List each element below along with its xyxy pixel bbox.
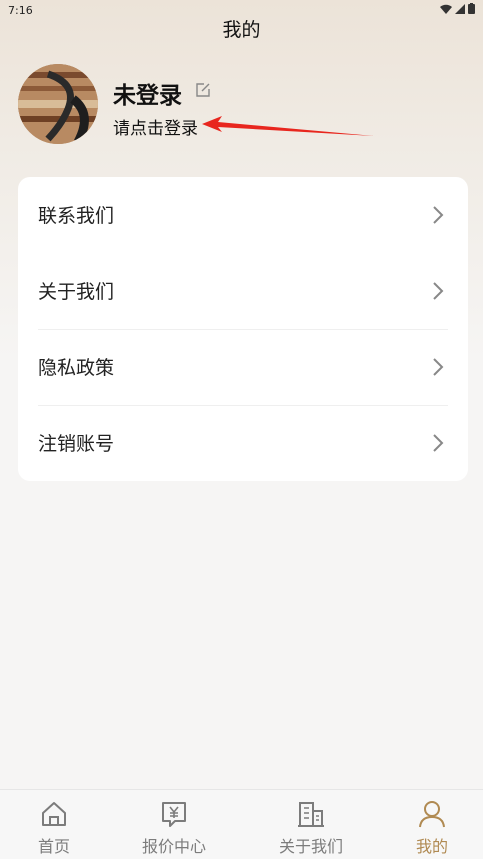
tab-mine[interactable]: 我的 <box>372 790 483 859</box>
menu-item-label: 关于我们 <box>38 281 115 303</box>
battery-icon <box>468 3 475 14</box>
menu-item-deactivate[interactable]: 注销账号 <box>38 405 448 481</box>
annotation-arrow <box>202 116 374 136</box>
menu-item-label: 联系我们 <box>38 205 115 227</box>
tab-label: 我的 <box>415 837 448 856</box>
menu-item-privacy[interactable]: 隐私政策 <box>38 329 448 405</box>
menu-item-label: 注销账号 <box>38 433 115 455</box>
username[interactable]: 未登录 <box>113 76 182 110</box>
chevron-right-icon <box>433 358 444 376</box>
avatar[interactable] <box>18 64 98 144</box>
tab-bar: 首页 报价中心 关于我们 我的 <box>0 789 483 859</box>
avatar-image <box>18 64 98 144</box>
quote-icon <box>162 802 186 827</box>
tab-label: 关于我们 <box>278 837 343 856</box>
tab-label: 首页 <box>37 837 70 856</box>
status-icons <box>440 3 475 14</box>
edit-icon[interactable] <box>195 82 211 98</box>
chevron-right-icon <box>433 206 444 224</box>
tab-about-us[interactable]: 关于我们 <box>251 790 371 859</box>
building-icon <box>298 802 324 827</box>
signal-icon <box>455 3 465 14</box>
home-icon <box>42 802 66 826</box>
chevron-right-icon <box>433 282 444 300</box>
wifi-icon <box>440 4 452 14</box>
menu-item-about[interactable]: 关于我们 <box>38 253 448 329</box>
tab-quote-center[interactable]: 报价中心 <box>114 790 234 859</box>
menu-item-contact[interactable]: 联系我们 <box>38 177 448 253</box>
tab-home[interactable]: 首页 <box>0 790 114 859</box>
login-hint[interactable]: 请点击登录 <box>113 114 198 139</box>
menu-card: 联系我们 关于我们 隐私政策 注销账号 <box>18 177 468 481</box>
tab-label: 报价中心 <box>141 837 206 856</box>
user-icon <box>419 801 445 828</box>
page-title: 我的 <box>222 19 261 41</box>
menu-item-label: 隐私政策 <box>38 357 115 379</box>
chevron-right-icon <box>433 434 444 452</box>
